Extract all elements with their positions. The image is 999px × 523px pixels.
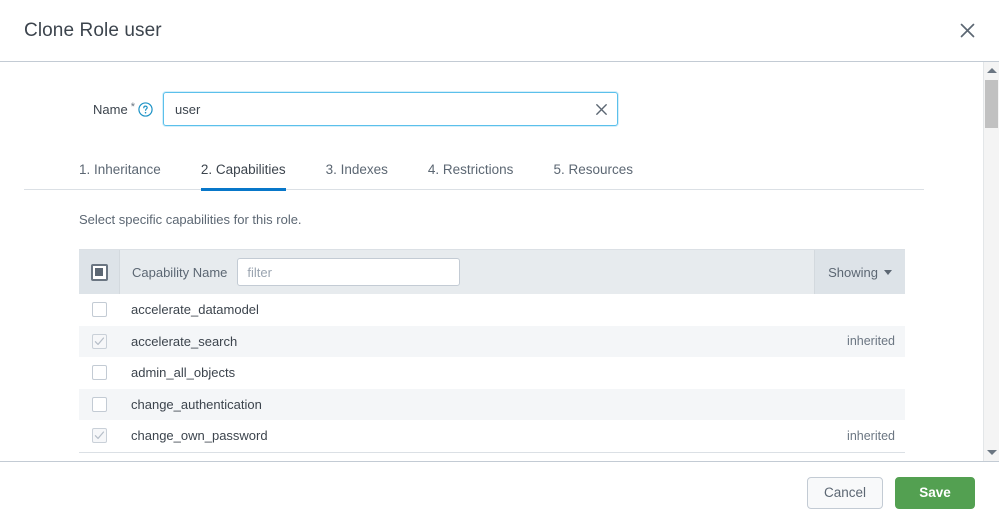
tab-restrictions[interactable]: 4. Restrictions [428, 156, 514, 191]
capabilities-table: Capability Name Showing accelerate_datam… [79, 249, 905, 453]
clone-role-modal: Clone Role user Name * user 1. Inheritan… [0, 0, 999, 523]
section-description: Select specific capabilities for this ro… [79, 212, 302, 227]
name-input-wrapper [163, 92, 618, 126]
check-icon [94, 337, 104, 345]
table-row[interactable]: change_authentication [79, 388, 905, 420]
name-label-group: Name * [79, 101, 163, 117]
capability-name: accelerate_datamodel [131, 302, 259, 318]
capability-status-badge: inherited [847, 428, 895, 443]
name-field-row: Name * [79, 92, 975, 126]
check-icon [94, 431, 104, 440]
capability-name: admin_all_objects [131, 365, 236, 381]
scroll-down-arrow[interactable] [984, 444, 999, 461]
name-input[interactable] [163, 92, 618, 126]
table-row[interactable]: accelerate_datamodel [79, 294, 905, 326]
row-checkbox-cell [79, 396, 119, 412]
capability-checkbox[interactable] [91, 365, 107, 381]
modal-header: Clone Role user [0, 0, 999, 62]
close-icon[interactable] [949, 13, 985, 49]
triangle-down-icon [986, 450, 997, 455]
row-checkbox-cell [79, 428, 119, 444]
row-checkbox-cell [79, 365, 119, 381]
table-row[interactable]: change_own_password inherited [79, 420, 905, 452]
tab-indexes[interactable]: 3. Indexes [326, 156, 388, 191]
indeterminate-mark-icon [95, 268, 103, 276]
wizard-tabs: 1. Inheritance 2. Capabilities 3. Indexe… [24, 154, 924, 191]
select-all-cell [79, 250, 120, 294]
capability-name-header-cell: Capability Name [120, 250, 814, 294]
capability-checkbox [91, 428, 107, 444]
filter-input[interactable] [237, 258, 461, 286]
select-all-checkbox[interactable] [90, 263, 108, 281]
modal-footer: Cancel Save [0, 461, 999, 523]
capability-status-badge: inherited [847, 334, 895, 349]
scrollbar-thumb[interactable] [985, 80, 998, 128]
showing-dropdown[interactable]: Showing [814, 250, 905, 294]
capability-checkbox [91, 333, 107, 349]
capability-name: change_own_password [131, 428, 268, 444]
capability-checkbox[interactable] [91, 396, 107, 412]
capability-checkbox[interactable] [91, 302, 107, 318]
tab-capabilities[interactable]: 2. Capabilities [200, 156, 286, 191]
cancel-button[interactable]: Cancel [806, 476, 883, 509]
page-title: Clone Role user [24, 19, 162, 41]
table-header-row: Capability Name Showing [79, 250, 905, 294]
row-checkbox-cell [79, 333, 119, 349]
help-circle-icon[interactable] [138, 101, 153, 117]
capability-name: change_authentication [131, 396, 262, 412]
showing-dropdown-label: Showing [828, 264, 878, 280]
modal-body-inner: Name * user 1. Inheritance 2. Capabiliti… [0, 62, 999, 461]
clear-x-icon[interactable] [593, 101, 609, 117]
triangle-up-icon [986, 68, 997, 73]
required-marker: * [130, 101, 135, 113]
capability-name: accelerate_search [131, 333, 238, 349]
row-checkbox-cell [79, 302, 119, 318]
scroll-up-arrow[interactable] [984, 62, 999, 79]
save-button[interactable]: Save [895, 476, 975, 509]
vertical-scrollbar[interactable] [983, 62, 999, 461]
modal-body: Name * user 1. Inheritance 2. Capabiliti… [0, 62, 999, 461]
tab-inheritance[interactable]: 1. Inheritance [79, 156, 161, 191]
caret-down-icon [883, 269, 892, 275]
column-header-capability-name: Capability Name [132, 264, 228, 280]
table-row[interactable]: accelerate_search inherited [79, 325, 905, 357]
name-label: Name [93, 101, 128, 117]
table-row[interactable]: admin_all_objects [79, 357, 905, 389]
tab-resources[interactable]: 5. Resources [553, 156, 633, 191]
